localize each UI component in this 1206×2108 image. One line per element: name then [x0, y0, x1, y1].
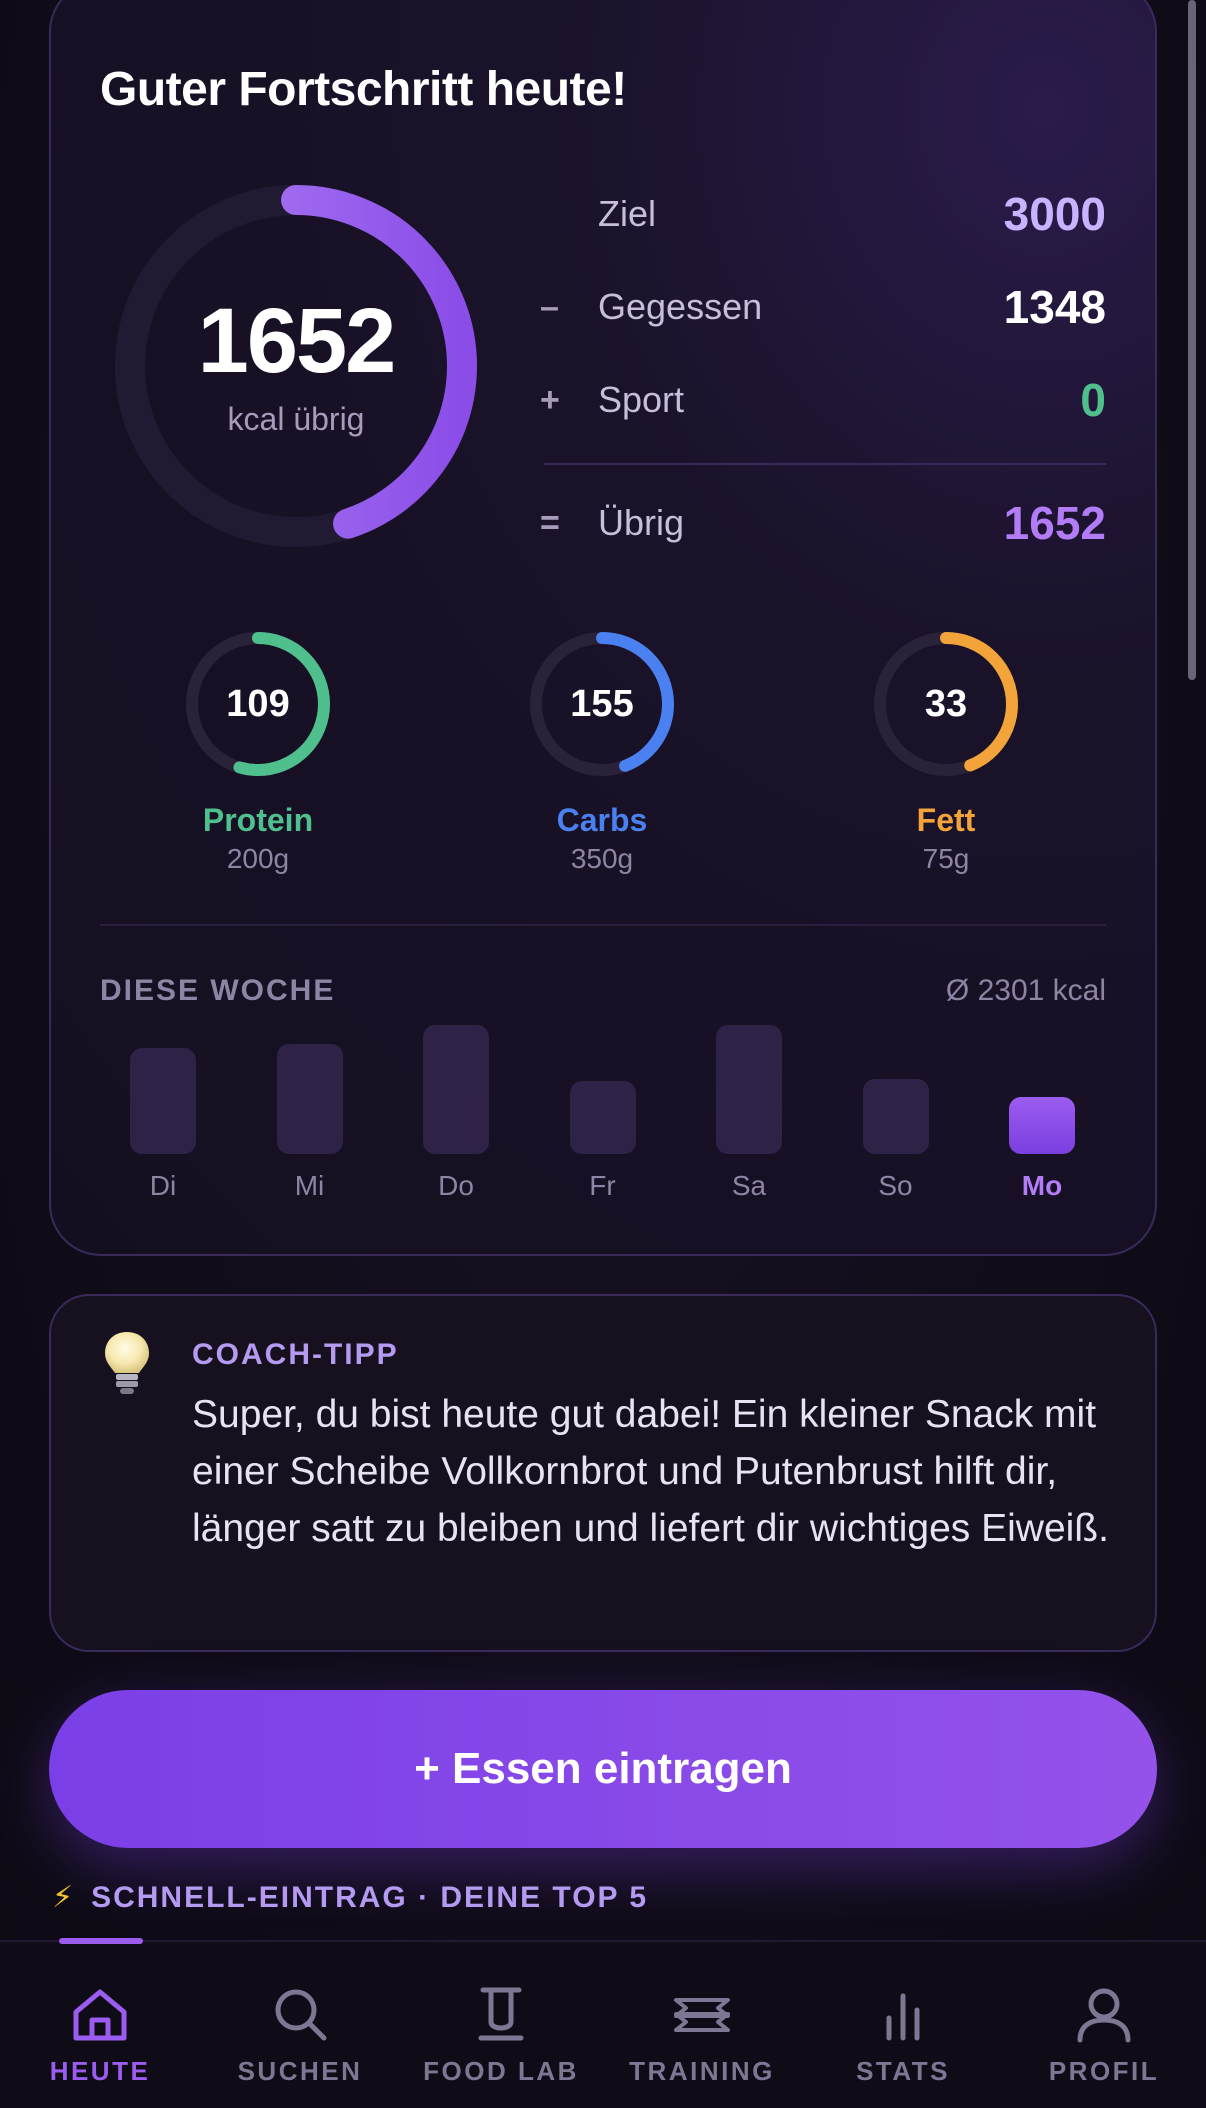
- summary-value: 3000: [1003, 188, 1106, 240]
- macro-value: 109: [226, 682, 290, 725]
- macro-protein[interactable]: 109 Protein 200g: [158, 628, 358, 875]
- summary-label: Übrig: [598, 502, 685, 543]
- week-bar-label: Di: [149, 1170, 177, 1201]
- summary-value: 1652: [1003, 497, 1106, 549]
- week-bar: [130, 1048, 196, 1154]
- card-divider: [100, 924, 1106, 926]
- week-bar: [1009, 1097, 1075, 1154]
- week-bar: [716, 1025, 782, 1154]
- lightning-icon: ⚡: [52, 1881, 76, 1914]
- macro-value: 33: [924, 682, 968, 725]
- week-bar-mo[interactable]: Mo: [979, 1000, 1125, 1201]
- lightbulb-icon: [105, 1332, 149, 1394]
- summary-operator: +: [540, 380, 560, 419]
- tab-label: PROFIL: [1048, 2056, 1160, 2086]
- add-food-button[interactable]: + Essen eintragen: [49, 1690, 1157, 1848]
- summary-value: 1348: [1003, 281, 1106, 333]
- tab-label: HEUTE: [49, 2056, 151, 2086]
- summary-label: Ziel: [598, 193, 657, 234]
- dumbbell-icon: [674, 1998, 730, 2032]
- macro-name: Protein: [202, 802, 314, 838]
- tab-label: FOOD LAB: [423, 2056, 579, 2086]
- quick-entry-title: SCHNELL-EINTRAG · DEINE TOP 5: [91, 1880, 649, 1914]
- week-bar: [569, 1081, 636, 1154]
- macro-carbs[interactable]: 155 Carbs 350g: [502, 628, 702, 875]
- week-bar-label: Do: [438, 1170, 474, 1201]
- tab-food-lab[interactable]: FOOD LAB: [401, 1982, 601, 2087]
- week-bar: [862, 1079, 929, 1154]
- week-bar: [423, 1025, 489, 1154]
- tab-suchen[interactable]: SUCHEN: [200, 1982, 400, 2087]
- active-tab-indicator: [59, 1938, 143, 1944]
- week-bar-fr[interactable]: Fr: [540, 1000, 686, 1201]
- calories-remaining-label: kcal übrig: [227, 400, 365, 437]
- week-bar-label: So: [878, 1170, 913, 1201]
- search-icon: [275, 1989, 327, 2041]
- week-bar-do[interactable]: Do: [393, 1000, 539, 1201]
- macro-goal: 350g: [570, 843, 634, 874]
- macro-goal: 200g: [226, 843, 290, 874]
- week-bar-di[interactable]: Di: [100, 1000, 246, 1201]
- page-title: Guter Fortschritt heute!: [100, 63, 627, 116]
- summary-row-remaining: = Übrig 1652: [540, 493, 1106, 553]
- tab-stats[interactable]: STATS: [803, 1982, 1003, 2087]
- summary-label: Sport: [598, 379, 685, 420]
- tab-profil[interactable]: PROFIL: [1004, 1982, 1204, 2087]
- summary-operator: –: [540, 287, 559, 326]
- week-bar-chart: Di Mi Do Fr Sa So Mo: [100, 1000, 1106, 1201]
- scrollbar[interactable]: [1188, 0, 1196, 680]
- macro-fat[interactable]: 33 Fett 75g: [846, 628, 1046, 875]
- week-bar-label: Fr: [589, 1170, 616, 1201]
- week-bar-mi[interactable]: Mi: [247, 1000, 393, 1201]
- quick-entry-header[interactable]: ⚡ SCHNELL-EINTRAG · DEINE TOP 5: [52, 1880, 648, 1915]
- week-bar: [276, 1044, 343, 1154]
- week-bar-label: Mo: [1021, 1170, 1063, 1201]
- tab-heute[interactable]: HEUTE: [0, 1982, 200, 2087]
- tab-label: STATS: [856, 2056, 950, 2086]
- tab-label: SUCHEN: [237, 2056, 363, 2086]
- week-bar-sa[interactable]: Sa: [686, 1000, 832, 1201]
- calorie-ring-center: 1652 kcal übrig: [110, 180, 482, 552]
- week-bar-label: Sa: [731, 1170, 767, 1201]
- summary-operator: =: [540, 503, 560, 542]
- summary-value: 0: [1080, 374, 1106, 426]
- tab-label: TRAINING: [629, 2056, 775, 2086]
- tab-training[interactable]: TRAINING: [602, 1982, 802, 2087]
- coach-tip-title: COACH-TIPP: [192, 1338, 399, 1371]
- summary-divider: [544, 463, 1106, 465]
- summary-label: Gegessen: [598, 286, 763, 327]
- macro-goal: 75g: [922, 843, 970, 874]
- summary-row-sport: + Sport 0: [540, 370, 1106, 430]
- home-icon: [73, 1989, 127, 2041]
- week-bar-label: Mi: [294, 1170, 325, 1201]
- beaker-icon: [478, 1987, 524, 2041]
- summary-row-eaten: – Gegessen 1348: [540, 277, 1106, 337]
- week-bar-so[interactable]: So: [833, 1000, 979, 1201]
- stats-icon: [886, 1993, 920, 2041]
- summary-row-goal: Ziel 3000: [540, 184, 1106, 244]
- macro-value: 155: [570, 682, 634, 725]
- app-screen: Guter Fortschritt heute! 1652 kcal übrig…: [0, 0, 1206, 2108]
- coach-tip-text: Super, du bist heute gut dabei! Ein klei…: [192, 1393, 1109, 1550]
- macro-name: Fett: [916, 802, 976, 838]
- macro-name: Carbs: [556, 802, 648, 838]
- calories-remaining-value: 1652: [197, 289, 397, 392]
- profile-icon: [1077, 1988, 1131, 2043]
